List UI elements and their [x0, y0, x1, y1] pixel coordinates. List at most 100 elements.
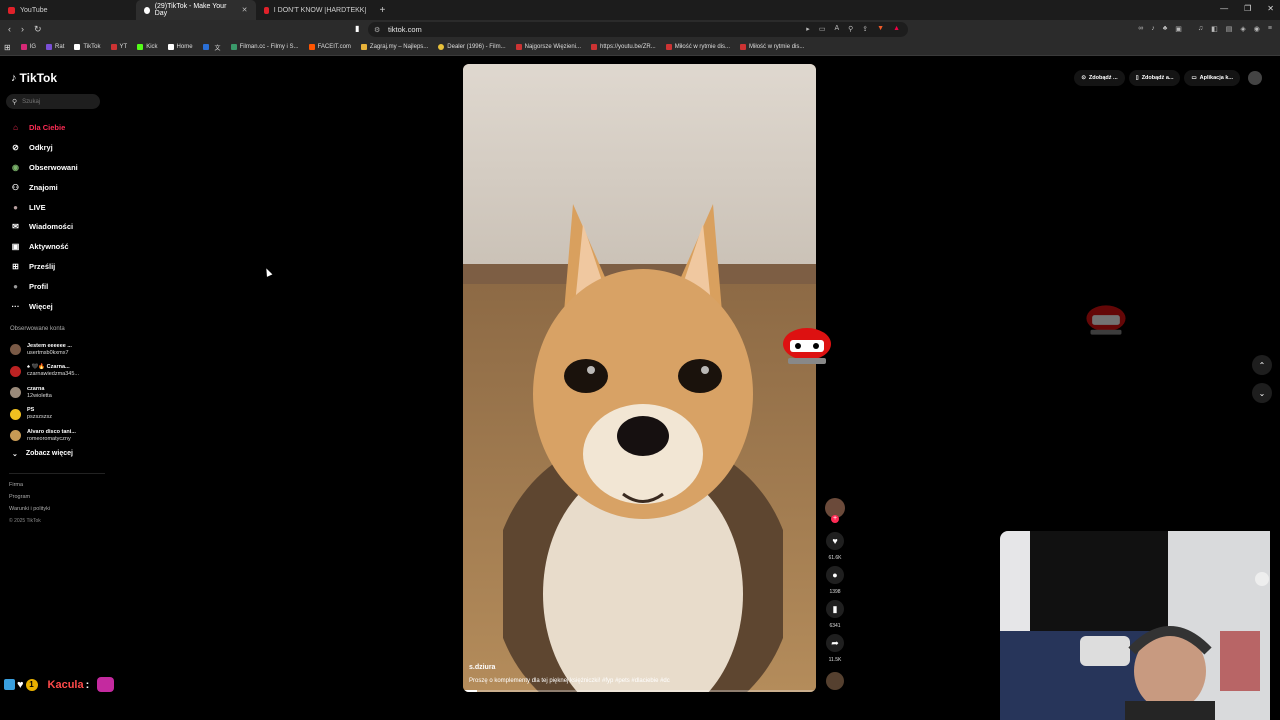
menu-item-activity[interactable]: ▣ Aktywność: [10, 237, 110, 257]
video-username[interactable]: s.dziura: [469, 664, 810, 671]
restore-icon[interactable]: ❐: [1244, 4, 1251, 13]
followed-account[interactable]: Jestem eeeeee ... usertmsb0kxmx7: [10, 339, 105, 361]
zoom-icon[interactable]: ⚲: [848, 25, 853, 33]
close-window-icon[interactable]: ✕: [1267, 4, 1274, 13]
upload-icon: ⊞: [12, 261, 19, 271]
menu-item-for-you[interactable]: ⌂ Dla Ciebie: [10, 118, 110, 138]
phone-icon: ▯: [1135, 75, 1139, 81]
back-icon[interactable]: ‹: [8, 24, 11, 35]
follow-plus-icon[interactable]: +: [831, 515, 839, 523]
x-icon: [167, 44, 174, 50]
followed-account[interactable]: Alvaro disco tani... romeoromatyczny: [10, 425, 105, 447]
site-info-icon[interactable]: ⚙: [374, 26, 380, 34]
extension-icon[interactable]: ♪: [1151, 25, 1155, 33]
share-icon[interactable]: ⇪: [862, 25, 868, 33]
sub-badge-icon: 1: [25, 678, 38, 691]
comment-button[interactable]: ● 1398: [826, 566, 844, 595]
apps-icon[interactable]: ⊞: [4, 43, 11, 52]
rewards-icon[interactable]: ▲: [893, 25, 900, 33]
heart-icon: ♥: [17, 678, 24, 691]
screenshot-icon[interactable]: ▭: [819, 25, 826, 33]
menu-item-friends[interactable]: ⚇ Znajomi: [10, 177, 110, 197]
extensions-bar: ∞ ♪ ♣ ▣ ♫ ◧ ▤ ◈ ◉ ≡: [1138, 25, 1272, 33]
followed-account[interactable]: ♠ 🖤🔥 Czarna... czarnawiedzma345...: [10, 361, 105, 383]
bookmark-item[interactable]: Miłość w rytmie dis...: [665, 44, 730, 50]
bookmark-icon[interactable]: ▮: [355, 24, 359, 33]
bookmark-item[interactable]: 文: [202, 43, 221, 52]
shield-icon[interactable]: ◉: [1254, 25, 1260, 33]
webcam-overlay: [1000, 531, 1270, 720]
video-progress-bar[interactable]: [463, 690, 816, 692]
see-more-button[interactable]: ⌄ Zobacz więcej: [12, 450, 73, 458]
tab-youtube[interactable]: YouTube: [0, 0, 56, 20]
video-player[interactable]: s.dziura Proszę o komplementy dla tej pi…: [463, 64, 816, 692]
sticker-icon: [783, 328, 831, 364]
footer-link-program[interactable]: Program: [9, 491, 50, 503]
browser-tab-bar: YouTube (29)TikTok - Make Your Day ✕ I DO…: [0, 0, 1280, 20]
search-input[interactable]: ⚲ Szukaj: [6, 94, 100, 109]
get-app-button[interactable]: ▯ Zdobądź a...: [1128, 70, 1181, 86]
user-avatar[interactable]: [1248, 71, 1262, 85]
bookmark-item[interactable]: YT: [110, 44, 127, 50]
share-button[interactable]: ➦ 11.5K: [826, 634, 844, 663]
sidebar-icon[interactable]: ◧: [1211, 25, 1218, 33]
desktop-app-button[interactable]: ▭ Aplikacja k...: [1184, 70, 1240, 86]
creator-avatar[interactable]: +: [825, 498, 845, 523]
bookmark-item[interactable]: Dealer (1996) - Film...: [438, 44, 506, 50]
kick-icon: [137, 44, 144, 50]
music-disc-icon[interactable]: [826, 672, 844, 690]
share-count: 11.5K: [828, 657, 842, 663]
bookmark-item[interactable]: Najgorsze Więzieni...: [515, 44, 581, 50]
menu-item-profile[interactable]: ● Profil: [10, 276, 110, 296]
menu-item-following[interactable]: ◉ Obserwowani: [10, 158, 110, 178]
address-bar[interactable]: ⚙ tiktok.com ▸ ▭ A ⚲ ⇪ ▼ ▲: [368, 22, 908, 37]
previous-video-button[interactable]: ⌃: [1252, 355, 1272, 375]
media-icon[interactable]: ▸: [806, 25, 810, 33]
followed-account[interactable]: czarna 12wioletta: [10, 382, 105, 404]
new-tab-button[interactable]: +: [380, 5, 386, 16]
tab-tiktok[interactable]: (29)TikTok - Make Your Day ✕: [135, 0, 256, 20]
brave-shield-icon[interactable]: ▼: [877, 25, 884, 33]
vpn-icon[interactable]: ◈: [1240, 25, 1245, 33]
live-icon: ●: [13, 202, 18, 212]
bookmark-item[interactable]: Kick: [137, 44, 158, 50]
extension-icon[interactable]: ▣: [1175, 25, 1182, 33]
bookmark-item[interactable]: Rat: [46, 44, 64, 50]
bookmark-item[interactable]: Zagraj.my – Najleps...: [360, 44, 428, 50]
media-control-icon[interactable]: ♫: [1198, 25, 1203, 33]
close-icon[interactable]: ✕: [242, 6, 248, 14]
menu-item-explore[interactable]: ⊘ Odkryj: [10, 138, 110, 158]
reload-icon[interactable]: ↻: [34, 24, 42, 35]
bookmark-item[interactable]: FACEIT.com: [308, 44, 351, 50]
menu-item-messages[interactable]: ✉ Wiadomości: [10, 217, 110, 237]
footer-link-terms[interactable]: Warunki i polityki: [9, 503, 50, 515]
footer-link-company[interactable]: Firma: [9, 479, 50, 491]
translate-icon[interactable]: A: [834, 25, 839, 33]
next-video-button[interactable]: ⌄: [1252, 383, 1272, 403]
tiktok-logo[interactable]: ♪ TikTok: [11, 71, 57, 85]
chat-username: Kacula: [47, 678, 84, 691]
menu-item-more[interactable]: ··· Więcej: [10, 296, 110, 316]
bookmark-item[interactable]: TikTok: [74, 44, 101, 50]
coin-icon: ⊙: [1081, 75, 1086, 81]
minimize-icon[interactable]: —: [1220, 4, 1228, 13]
bookmark-item[interactable]: https://youtu.be/ZR...: [591, 44, 656, 50]
bookmark-item[interactable]: Filman.cc - Filmy i S...: [230, 44, 299, 50]
like-button[interactable]: ♥ 61.6K: [826, 532, 844, 561]
menu-item-live[interactable]: ● LIVE: [10, 197, 110, 217]
bookmark-item[interactable]: Home: [167, 44, 193, 50]
wallet-icon[interactable]: ▤: [1226, 25, 1233, 33]
bookmark-item[interactable]: IG: [20, 44, 36, 50]
extension-icon[interactable]: ♣: [1163, 25, 1168, 33]
menu-item-upload[interactable]: ⊞ Prześlij: [10, 257, 110, 277]
forward-icon[interactable]: ›: [21, 24, 24, 35]
extension-icon[interactable]: ∞: [1138, 25, 1143, 33]
bookmark-item[interactable]: Miłość w rytmie dis...: [740, 44, 804, 50]
menu-icon[interactable]: ≡: [1268, 25, 1272, 33]
tab-label: I DON'T KNOW [HARDTEKK] - YouTu...: [273, 6, 368, 14]
followed-account[interactable]: PS pszszszsz: [10, 404, 105, 426]
get-coins-button[interactable]: ⊙ Zdobądź ...: [1074, 70, 1125, 86]
tab-youtube-music[interactable]: I DON'T KNOW [HARDTEKK] - YouTu...: [256, 0, 376, 20]
save-button[interactable]: ▮ 6341: [826, 600, 844, 629]
youtube-icon: [665, 44, 672, 50]
